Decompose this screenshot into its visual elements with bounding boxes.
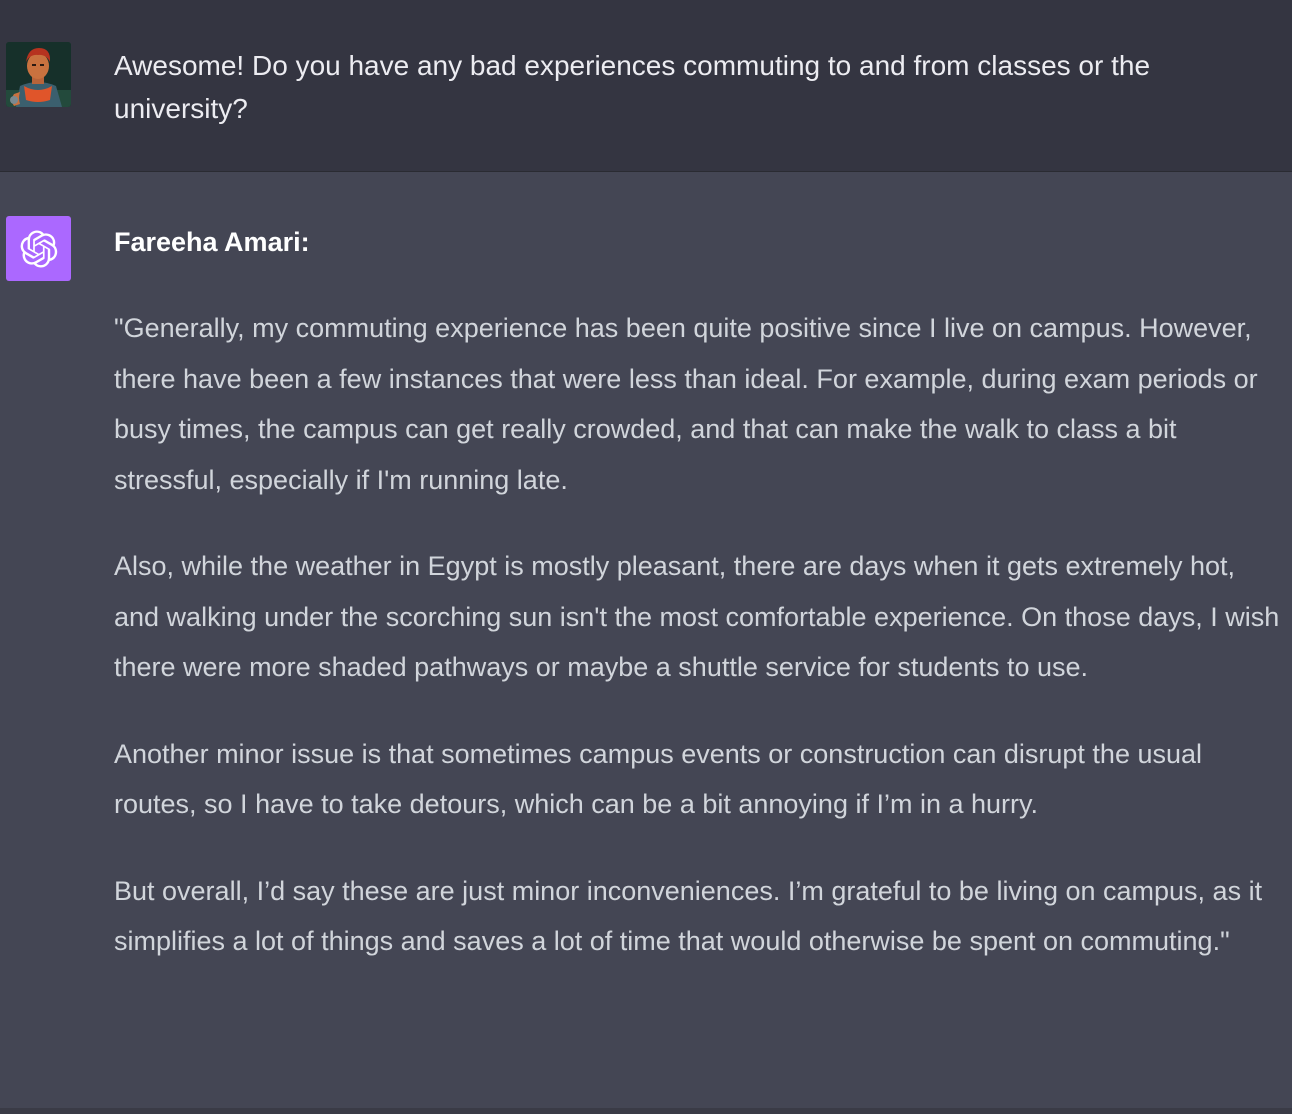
user-message-row: Awesome! Do you have any bad experiences… (0, 0, 1292, 172)
assistant-message-body: "Generally, my commuting experience has … (114, 303, 1286, 1003)
chat-thread: Awesome! Do you have any bad experiences… (0, 0, 1292, 1114)
assistant-name: Fareeha Amari: (114, 227, 310, 257)
assistant-paragraph: But overall, I’d say these are just mino… (114, 875, 1263, 957)
assistant-paragraph: Also, while the weather in Egypt is most… (114, 551, 1280, 682)
user-avatar-icon (6, 42, 71, 107)
assistant-paragraph: Another minor issue is that sometimes ca… (114, 738, 1203, 820)
openai-logo-icon (6, 216, 71, 281)
user-message-text: Awesome! Do you have any bad experiences… (114, 50, 1151, 124)
assistant-paragraph: "Generally, my commuting experience has … (114, 313, 1258, 495)
divider (0, 1108, 1292, 1114)
